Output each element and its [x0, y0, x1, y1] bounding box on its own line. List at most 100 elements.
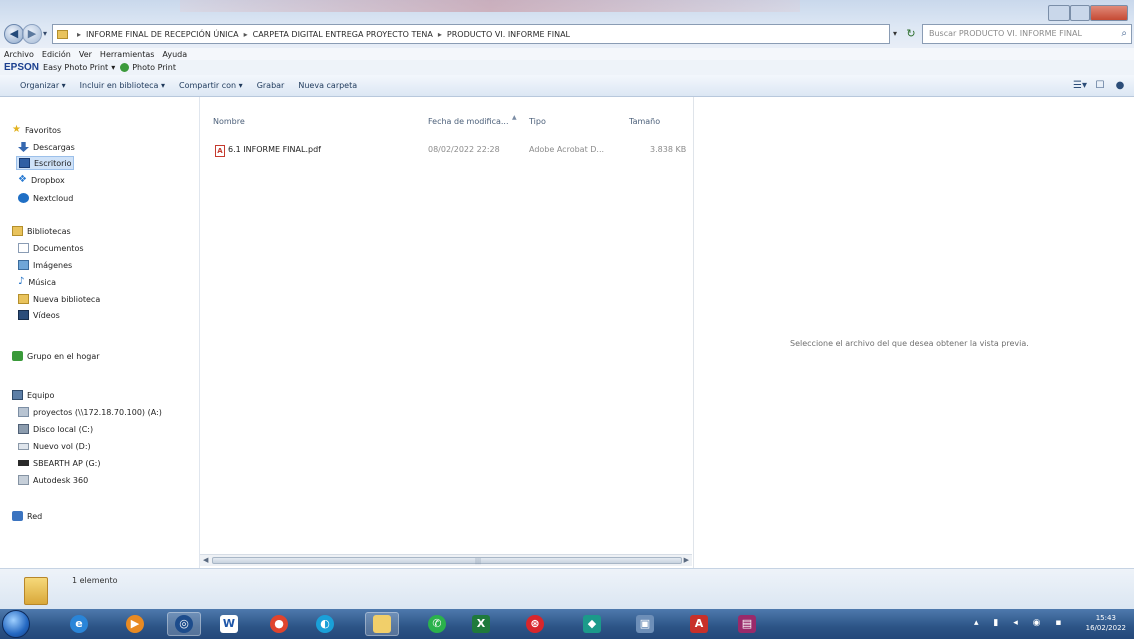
column-header-type[interactable]: Tipo [529, 117, 546, 131]
taskbar-ie[interactable]: e [62, 612, 96, 636]
search-icon[interactable]: ⌕ [1121, 25, 1127, 43]
scrollbar-thumb[interactable]: ||| [212, 557, 682, 565]
organize-button[interactable]: Organizar ▾ [20, 81, 66, 90]
taskbar-explorer[interactable]: ◎ [167, 612, 201, 636]
taskbar-whatsapp[interactable]: ✆ [420, 612, 454, 636]
nav-drive-proyectos[interactable]: proyectos (\\172.18.70.100) (A:) [18, 405, 162, 419]
scroll-right-icon[interactable]: ▶ [684, 556, 689, 564]
change-view-icon[interactable]: ☰▾ [1070, 78, 1090, 94]
preview-pane-icon[interactable]: ☐ [1090, 78, 1110, 94]
chevron-right-icon[interactable]: ▸ [438, 30, 442, 39]
library-icon [18, 294, 29, 304]
column-header-name[interactable]: Nombre [213, 117, 245, 131]
edge-icon: ◐ [316, 615, 334, 633]
taskbar-autocad[interactable]: A [682, 612, 716, 636]
nav-drive-d[interactable]: Nuevo vol (D:) [18, 439, 91, 453]
burn-button[interactable]: Grabar [257, 81, 285, 90]
horizontal-scrollbar[interactable]: ◀ ||| ▶ [200, 554, 692, 566]
image-icon [18, 260, 29, 270]
nav-desktop[interactable]: Escritorio [16, 156, 74, 170]
menu-ver[interactable]: Ver [79, 50, 92, 59]
breadcrumb-item[interactable]: PRODUCTO VI. INFORME FINAL [447, 30, 570, 39]
preview-message: Seleccione el archivo del que desea obte… [790, 339, 1029, 348]
back-button[interactable]: ◀ [4, 24, 24, 44]
nav-drive-c[interactable]: Disco local (C:) [18, 422, 93, 436]
taskbar-photos[interactable]: ▣ [628, 612, 662, 636]
window-titlebar: ◀ ▶ ▾ ▸ INFORME FINAL DE RECEPCIÓN ÚNICA… [0, 0, 1134, 48]
nav-label: Nuevo vol (D:) [33, 441, 91, 451]
maximize-button[interactable] [1070, 5, 1090, 21]
grip-icon: ||| [475, 558, 482, 565]
chevron-right-icon[interactable]: ▸ [77, 30, 81, 39]
taskbar-edge[interactable]: ◐ [308, 612, 342, 636]
address-dropdown[interactable]: ▾ [893, 29, 897, 38]
homegroup-icon [12, 351, 23, 361]
column-header-size[interactable]: Tamaño [629, 117, 660, 131]
breadcrumb-item[interactable]: INFORME FINAL DE RECEPCIÓN ÚNICA [86, 30, 239, 39]
clock[interactable]: 15:43 16/02/2022 [1086, 613, 1126, 633]
nav-dropbox[interactable]: ❖ Dropbox [18, 173, 65, 187]
nav-images[interactable]: Imágenes [18, 258, 72, 272]
nav-documents[interactable]: Documentos [18, 241, 84, 255]
address-bar[interactable]: ▸ INFORME FINAL DE RECEPCIÓN ÚNICA ▸ CAR… [52, 24, 890, 44]
nav-drive-g[interactable]: SBEARTH AP (G:) [18, 456, 101, 470]
nav-new-library[interactable]: Nueva biblioteca [18, 292, 100, 306]
nav-music[interactable]: ♪ Música [18, 275, 56, 289]
nav-label: Escritorio [34, 158, 72, 168]
taskbar-word[interactable]: W [212, 612, 246, 636]
nav-homegroup[interactable]: Grupo en el hogar [12, 349, 100, 363]
taskbar-app[interactable]: ◆ [575, 612, 609, 636]
taskbar-media[interactable]: ▶ [118, 612, 152, 636]
photo-print-icon [120, 63, 130, 72]
command-bar: Organizar ▾ Incluir en biblioteca ▾ Comp… [0, 75, 1134, 97]
system-tray: ▴ ▮ ◂ ◉ ▪ 15:43 16/02/2022 [964, 609, 1134, 639]
nav-label: Equipo [27, 390, 55, 400]
dropbox-icon: ❖ [18, 174, 27, 185]
share-with-button[interactable]: Compartir con ▾ [179, 81, 243, 90]
file-list: ▲ Nombre Fecha de modifica... Tipo Tamañ… [200, 97, 693, 568]
chevron-down-icon[interactable]: ▾ [111, 63, 115, 72]
new-folder-button[interactable]: Nueva carpeta [298, 81, 357, 90]
taskbar-acrobat[interactable]: ⊛ [518, 612, 552, 636]
file-row[interactable]: A 6.1 INFORME FINAL.pdf 08/02/2022 22:28… [212, 142, 688, 158]
start-button[interactable] [2, 610, 30, 638]
easy-photo-print-button[interactable]: Easy Photo Print [43, 63, 108, 72]
nav-network[interactable]: Red [12, 509, 42, 523]
epson-logo: EPSON [4, 62, 40, 73]
menu-ayuda[interactable]: Ayuda [162, 50, 187, 59]
nav-favorites[interactable]: ★ Favoritos [12, 123, 61, 137]
scroll-left-icon[interactable]: ◀ [203, 556, 208, 564]
nav-videos[interactable]: Vídeos [18, 308, 60, 322]
nav-libraries[interactable]: Bibliotecas [12, 224, 71, 238]
taskbar-excel[interactable]: X [464, 612, 498, 636]
nav-label: Documentos [33, 243, 84, 253]
chevron-right-icon[interactable]: ▸ [244, 30, 248, 39]
refresh-icon[interactable]: ↻ [904, 26, 918, 42]
include-library-button[interactable]: Incluir en biblioteca ▾ [80, 81, 165, 90]
breadcrumb-item[interactable]: CARPETA DIGITAL ENTREGA PROYECTO TENA [253, 30, 433, 39]
tray-icons[interactable]: ▴ ▮ ◂ ◉ ▪ [974, 618, 1067, 628]
nav-downloads[interactable]: Descargas [18, 140, 75, 154]
taskbar: e ▶ ◎ W ● ◐ ✆ X ⊛ ◆ ▣ A ▤ ▴ ▮ ◂ ◉ ▪ 15:4… [0, 609, 1134, 639]
menu-archivo[interactable]: Archivo [4, 50, 34, 59]
nav-label: Dropbox [30, 175, 65, 185]
help-icon[interactable]: ● [1110, 78, 1130, 94]
photo-print-button[interactable]: Photo Print [132, 63, 176, 72]
menu-herramientas[interactable]: Herramientas [100, 50, 155, 59]
search-input[interactable]: Buscar PRODUCTO VI. INFORME FINAL ⌕ [922, 24, 1132, 44]
nav-autodesk[interactable]: Autodesk 360 [18, 473, 88, 487]
menu-edicion[interactable]: Edición [42, 50, 71, 59]
column-header-modified[interactable]: Fecha de modifica... [428, 117, 509, 131]
close-button[interactable] [1090, 5, 1128, 21]
nav-label: SBEARTH AP (G:) [33, 458, 101, 468]
navigation-pane: ★ Favoritos Descargas Escritorio ❖ Dropb… [0, 97, 200, 568]
taskbar-chrome[interactable]: ● [262, 612, 296, 636]
nav-computer[interactable]: Equipo [12, 388, 54, 402]
taskbar-folder[interactable] [365, 612, 399, 636]
forward-button[interactable]: ▶ [22, 24, 42, 44]
minimize-button[interactable] [1048, 5, 1070, 21]
recent-pages-dropdown[interactable]: ▾ [43, 29, 47, 38]
nav-nextcloud[interactable]: Nextcloud [18, 191, 73, 205]
acrobat-icon: ⊛ [526, 615, 544, 633]
taskbar-winrar[interactable]: ▤ [730, 612, 764, 636]
